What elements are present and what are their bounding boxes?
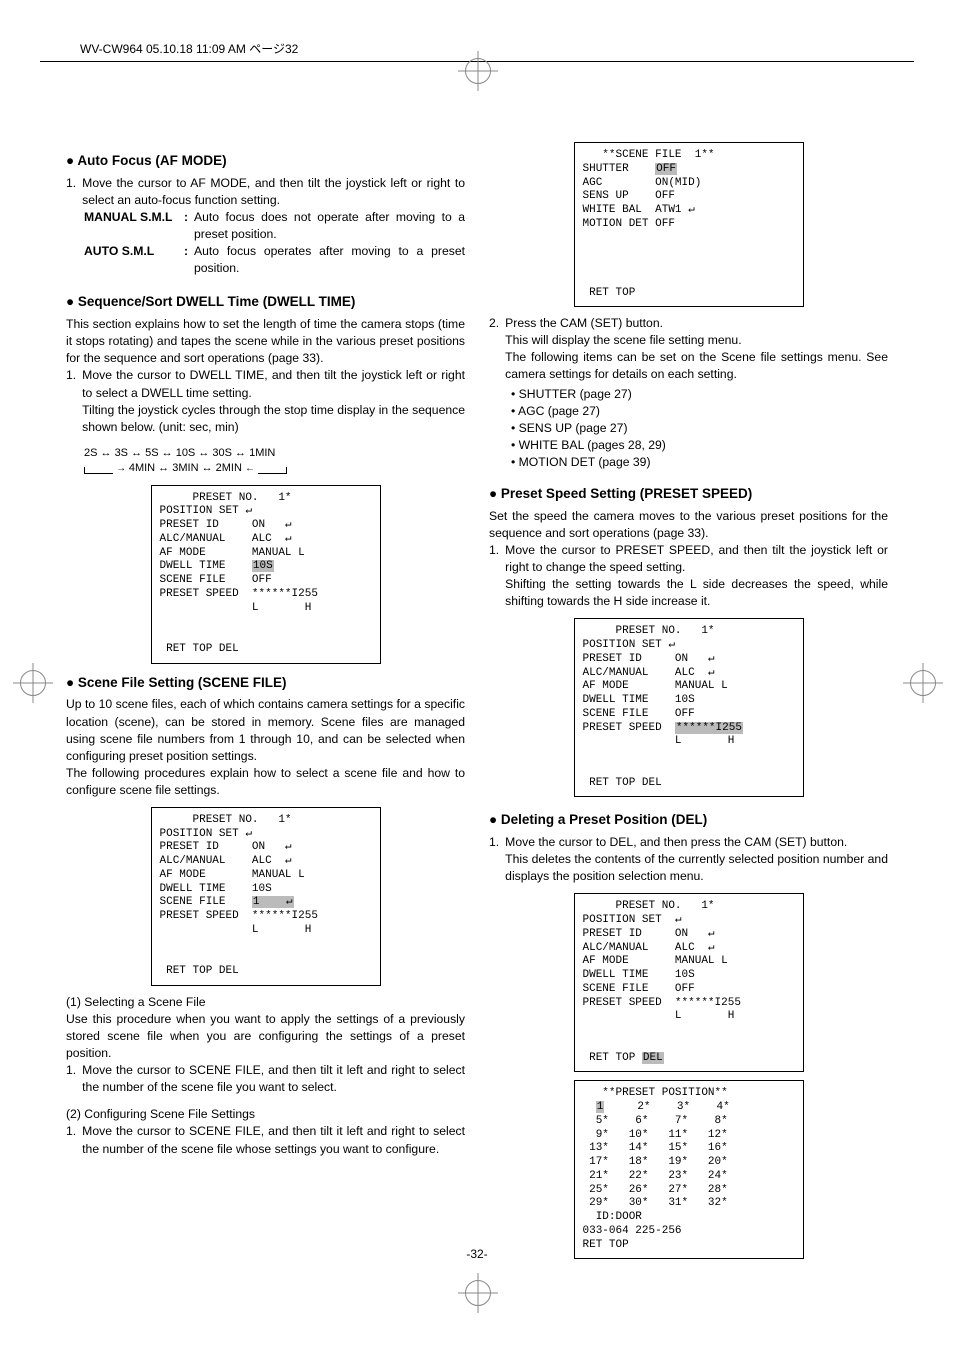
screen-preset-position: **PRESET POSITION** 1 2* 3* 4* 5* 6* 7* … [574,1080,804,1259]
screen-speed: PRESET NO. 1* POSITION SET ↵ PRESET ID O… [574,618,804,797]
heading-scene-file: Scene File Setting (SCENE FILE) [66,674,465,693]
scene-p1: Up to 10 scene files, each of which cont… [66,696,465,764]
sel-p: Use this procedure when you want to appl… [66,1011,465,1062]
af-step-1: 1. Move the cursor to AF MODE, and then … [66,175,465,209]
speed-intro: Set the speed the camera moves to the va… [489,508,888,542]
screen-del: PRESET NO. 1* POSITION SET ↵ PRESET ID O… [574,893,804,1072]
cfg-heading: (2) Configuring Scene File Settings [66,1106,465,1123]
list-item: WHITE BAL (pages 28, 29) [511,437,888,454]
list-item: SHUTTER (page 27) [511,386,888,403]
registration-mark-right [910,670,936,696]
left-column: Auto Focus (AF MODE) 1. Move the cursor … [66,142,465,1267]
scene-p2: The following procedures explain how to … [66,765,465,799]
list-item: SENS UP (page 27) [511,420,888,437]
registration-mark-top [465,58,491,84]
screen-dwell: PRESET NO. 1* POSITION SET ↵ PRESET ID O… [151,485,381,664]
registration-mark-left [20,670,46,696]
screen-scene: PRESET NO. 1* POSITION SET ↵ PRESET ID O… [151,807,381,986]
list-item: AGC (page 27) [511,403,888,420]
right-column: **SCENE FILE 1** SHUTTER OFF AGC ON(MID)… [489,142,888,1267]
page-slug: WV-CW964 05.10.18 11:09 AM ページ32 [80,40,904,57]
def-auto-sml: AUTO S.M.L : Auto focus operates after m… [84,243,465,277]
page-number: -32- [0,1247,954,1261]
dwell-intro: This section explains how to set the len… [66,316,465,367]
sel-heading: (1) Selecting a Scene File [66,994,465,1011]
del-step-1: 1. Move the cursor to DEL, and then pres… [489,834,888,885]
speed-step-1: 1. Move the cursor to PRESET SPEED, and … [489,542,888,610]
registration-mark-bottom [465,1280,491,1306]
scene-settings-list: SHUTTER (page 27) AGC (page 27) SENS UP … [489,386,888,471]
heading-dwell: Sequence/Sort DWELL Time (DWELL TIME) [66,293,465,312]
def-manual-sml: MANUAL S.M.L : Auto focus does not opera… [84,209,465,243]
step-2: 2. Press the CAM (SET) button. This will… [489,315,888,383]
heading-del: Deleting a Preset Position (DEL) [489,811,888,830]
screen-scene-file-menu: **SCENE FILE 1** SHUTTER OFF AGC ON(MID)… [574,142,804,307]
list-item: MOTION DET (page 39) [511,454,888,471]
cfg-step-1: 1. Move the cursor to SCENE FILE, and th… [66,1123,465,1157]
page: WV-CW964 05.10.18 11:09 AM ページ32 Auto Fo… [0,0,954,1351]
heading-af-mode: Auto Focus (AF MODE) [66,152,465,171]
content-columns: Auto Focus (AF MODE) 1. Move the cursor … [50,62,904,1267]
sel-step-1: 1. Move the cursor to SCENE FILE, and th… [66,1062,465,1096]
dwell-cycle-diagram: 2S ↔ 3S ↔ 5S ↔ 10S ↔ 30S ↔ 1MIN → 4MIN ↔… [84,446,465,477]
dwell-step-1: 1. Move the cursor to DWELL TIME, and th… [66,367,465,435]
heading-preset-speed: Preset Speed Setting (PRESET SPEED) [489,485,888,504]
